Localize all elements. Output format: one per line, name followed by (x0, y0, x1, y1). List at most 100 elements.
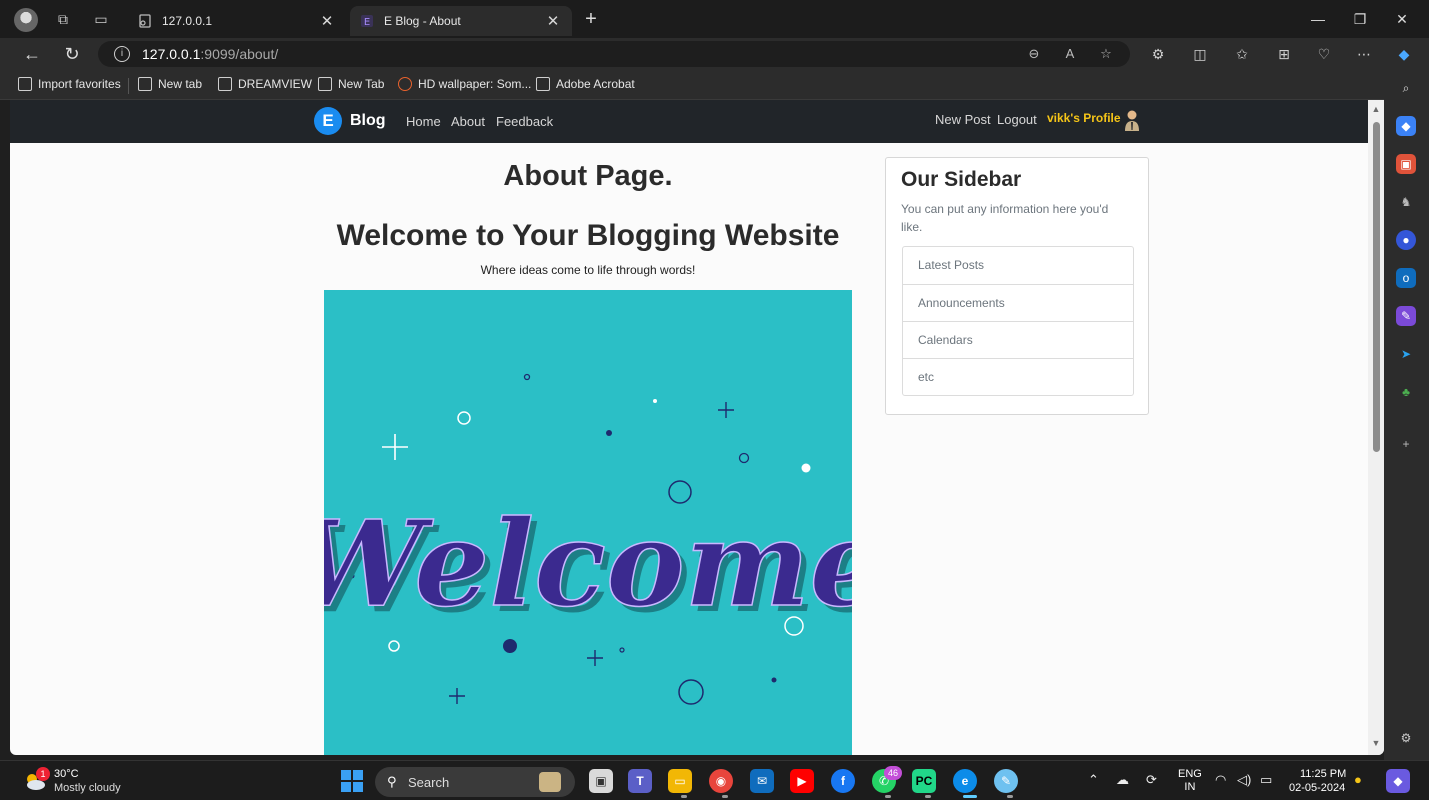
language-indicator[interactable]: ENG IN (1178, 768, 1202, 794)
copilot-taskbar-icon[interactable]: ◆ (1386, 769, 1410, 793)
tab-strip: ⧉ ▭ 127.0.0.1 ✕ E E Blog - About ✕ + — ❐… (0, 0, 1429, 38)
favorite-import[interactable]: Import favorites (18, 77, 121, 91)
favorite-hd-wallpaper[interactable]: HD wallpaper: Som... (398, 77, 531, 91)
extensions-icon[interactable]: ⚙ (1148, 44, 1168, 64)
sidebar-item-calendars[interactable]: Calendars (903, 321, 1133, 358)
nav-logout[interactable]: Logout (997, 112, 1037, 127)
more-menu-icon[interactable]: ⋯ (1354, 44, 1374, 64)
clock-time[interactable]: 11:25 PM (1300, 768, 1346, 780)
collections-icon[interactable]: ⊞ (1274, 44, 1294, 64)
windows-start-icon[interactable] (341, 770, 363, 792)
sidebar-item-etc[interactable]: etc (903, 358, 1133, 395)
address-url[interactable]: 127.0.0.1:9099/about/ (142, 46, 278, 62)
read-aloud-icon[interactable]: A (1060, 44, 1080, 64)
back-arrow-icon[interactable]: ← (20, 42, 44, 66)
teams-icon[interactable]: T (628, 769, 652, 793)
close-tab-icon[interactable]: ✕ (544, 12, 562, 30)
nav-profile-link[interactable]: vikk's Profile (1047, 111, 1121, 125)
nav-about[interactable]: About (451, 114, 485, 129)
edge-icon[interactable]: e (953, 769, 977, 793)
task-view-icon[interactable]: ▣ (589, 769, 613, 793)
mail-icon[interactable]: ✉ (750, 769, 774, 793)
tree-icon[interactable]: ♣ (1396, 382, 1416, 402)
address-bar[interactable]: i 127.0.0.1:9099/about/ ⊖ A ☆ (98, 41, 1130, 67)
sidebar-item-latest-posts[interactable]: Latest Posts (903, 247, 1133, 284)
add-sidebar-app-icon[interactable]: + (1396, 434, 1416, 454)
page-viewport: E Blog Home About Feedback New Post Logo… (10, 100, 1384, 755)
sync-icon[interactable]: ⟳ (1146, 772, 1157, 788)
active-indicator (963, 795, 977, 798)
browser-essentials-icon[interactable]: ♡ (1314, 44, 1334, 64)
brand-logo[interactable]: E (314, 107, 342, 135)
favorite-dreamview[interactable]: DREAMVIEW (218, 77, 312, 91)
workspaces-icon[interactable]: ⧉ (54, 10, 72, 28)
outlook-icon[interactable]: o (1396, 268, 1416, 288)
taskbar-search[interactable]: ⚲ Search (375, 767, 575, 797)
scroll-thumb[interactable] (1373, 122, 1380, 452)
tab-localhost[interactable]: 127.0.0.1 ✕ (128, 6, 346, 36)
copilot-icon[interactable]: ◆ (1394, 44, 1414, 64)
close-tab-icon[interactable]: ✕ (318, 12, 336, 30)
new-tab-icon[interactable]: + (580, 8, 602, 30)
file-explorer-icon[interactable]: ▭ (668, 769, 692, 793)
shopping-tag-icon[interactable]: ◆ (1396, 116, 1416, 136)
sidebar-item-announcements[interactable]: Announcements (903, 284, 1133, 321)
tagline: Where ideas come to life through words! (480, 263, 696, 277)
page-scrollbar[interactable]: ▲ ▼ (1368, 100, 1384, 755)
running-indicator (885, 795, 891, 798)
tools-briefcase-icon[interactable]: ▣ (1396, 154, 1416, 174)
browser-profile-avatar[interactable] (14, 8, 38, 32)
tab-e-blog-about[interactable]: E E Blog - About ✕ (350, 6, 572, 36)
profile-avatar-icon[interactable] (1124, 109, 1140, 131)
minimize-icon[interactable]: — (1298, 8, 1338, 30)
weather-temperature[interactable]: 30°C (54, 768, 79, 780)
refresh-icon[interactable]: ↻ (60, 42, 84, 66)
clock-date[interactable]: 02-05-2024 (1289, 782, 1345, 794)
sidebar-title: Our Sidebar (901, 168, 1022, 191)
brand-name[interactable]: Blog (350, 112, 386, 130)
tab-actions-icon[interactable]: ▭ (92, 10, 110, 28)
sidebar-list: Latest Posts Announcements Calendars etc (902, 246, 1134, 396)
site-navbar: E Blog Home About Feedback New Post Logo… (10, 100, 1368, 143)
windows-taskbar: 1 30°C Mostly cloudy ⚲ Search ▣ T ▭ ◉ ✉ … (0, 760, 1429, 800)
copilot-sidebar-icon[interactable]: ● (1396, 230, 1416, 250)
designer-icon[interactable]: ✎ (1396, 306, 1416, 326)
favorite-new-tab-2[interactable]: New Tab (318, 77, 384, 91)
favorite-star-icon[interactable]: ☆ (1096, 44, 1116, 64)
nav-feedback[interactable]: Feedback (496, 114, 553, 129)
favorites-icon[interactable]: ✩ (1232, 44, 1252, 64)
chrome-icon[interactable]: ◉ (709, 769, 733, 793)
site-info-icon[interactable]: i (114, 46, 130, 62)
onedrive-cloud-icon[interactable]: ☁ (1116, 772, 1129, 788)
favorite-new-tab[interactable]: New tab (138, 77, 202, 91)
new-tab-page-icon (138, 77, 152, 91)
nav-home[interactable]: Home (406, 114, 441, 129)
favorite-adobe-acrobat[interactable]: Adobe Acrobat (536, 77, 635, 91)
paint-icon[interactable]: ✎ (994, 769, 1018, 793)
sidebar-search-icon[interactable]: ⌕ (1396, 78, 1416, 98)
running-indicator (722, 795, 728, 798)
pycharm-icon[interactable]: PC (912, 769, 936, 793)
sidebar-settings-gear-icon[interactable]: ⚙ (1396, 728, 1416, 748)
close-window-icon[interactable]: ✕ (1382, 8, 1422, 30)
nav-new-post[interactable]: New Post (935, 112, 991, 127)
scroll-down-icon[interactable]: ▼ (1370, 738, 1382, 750)
split-screen-icon[interactable]: ◫ (1190, 44, 1210, 64)
restore-icon[interactable]: ❐ (1340, 8, 1380, 30)
scroll-up-icon[interactable]: ▲ (1370, 104, 1382, 116)
battery-icon[interactable]: ▭ (1260, 772, 1272, 788)
telegram-icon[interactable]: ➤ (1396, 344, 1416, 364)
facebook-icon[interactable]: f (831, 769, 855, 793)
search-highlight-icon (539, 772, 561, 792)
running-indicator (1007, 795, 1013, 798)
volume-icon[interactable]: ◁) (1237, 772, 1251, 788)
page-title: About Page. (503, 160, 673, 192)
weather-condition[interactable]: Mostly cloudy (54, 782, 121, 794)
show-hidden-icons-icon[interactable]: ⌃ (1088, 772, 1099, 788)
games-icon[interactable]: ♞ (1396, 192, 1416, 212)
zoom-icon[interactable]: ⊖ (1024, 44, 1044, 64)
youtube-icon[interactable]: ▶ (790, 769, 814, 793)
page-favicon-icon (138, 14, 152, 28)
wifi-icon[interactable]: ◠ (1215, 772, 1226, 788)
notification-bell-icon[interactable]: ● (1354, 772, 1362, 787)
